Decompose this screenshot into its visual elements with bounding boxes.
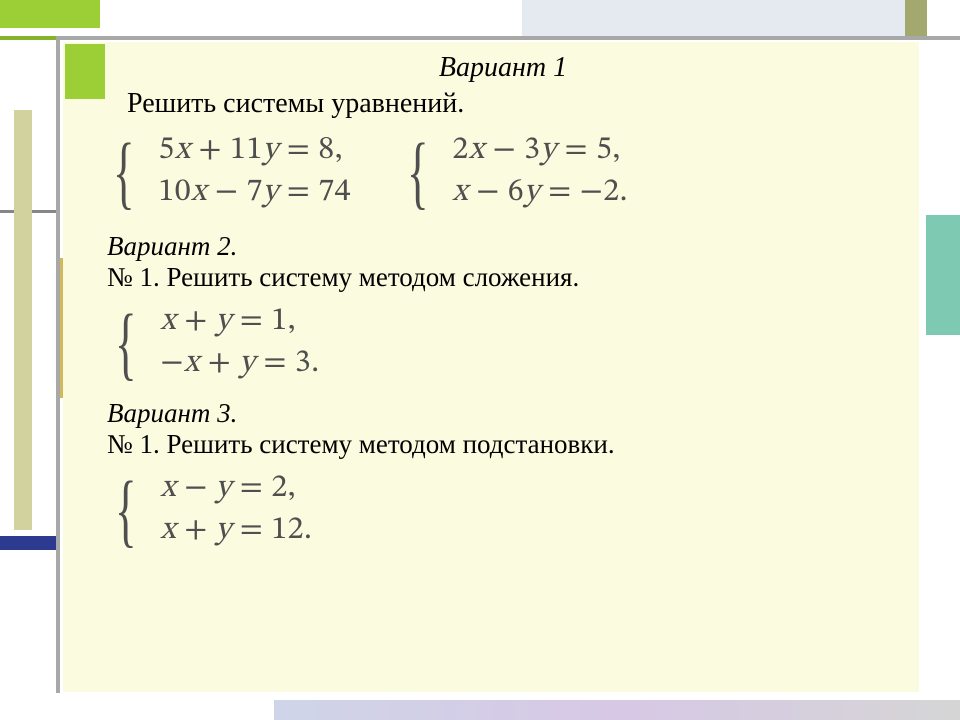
equation: 10x − 7y = 74 [158, 172, 351, 214]
equation: x + y = 12. [160, 510, 312, 552]
equation: x + y = 1, [160, 301, 319, 343]
decor-ltblue [522, 0, 907, 36]
decor-darkblue [0, 536, 56, 550]
left-brace-icon: { [113, 138, 135, 205]
equation: x − y = 2, [160, 468, 312, 510]
decor-khaki [14, 110, 32, 530]
decor-bottom-gradient [274, 700, 960, 720]
variant1-system-2: { 2x − 3y = 5, x − 6y = −2. [407, 130, 628, 213]
decor-border-top [56, 36, 960, 40]
variant2-title: Вариант 2. [107, 231, 899, 262]
decor-green-thin [0, 36, 56, 40]
decor-green-square [65, 44, 105, 99]
slide-body: Вариант 1 Решить системы уравнений. { 5x… [63, 42, 919, 692]
equation: 2x − 3y = 5, [452, 130, 628, 172]
variant3-system: { x − y = 2, x + y = 12. [115, 468, 899, 551]
left-brace-icon: { [407, 138, 429, 205]
variant1-systems: { 5x + 11y = 8, 10x − 7y = 74 { 2x − 3y … [113, 130, 899, 213]
variant3-task: № 1. Решить систему методом подстановки. [107, 429, 899, 460]
equation: x − 6y = −2. [452, 172, 628, 214]
equation: −x + y = 3. [160, 343, 319, 385]
left-brace-icon: { [115, 309, 137, 376]
decor-teal [926, 215, 960, 335]
variant2-task: № 1. Решить систему методом сложения. [107, 262, 899, 293]
variant3-title: Вариант 3. [107, 398, 899, 429]
equation: 5x + 11y = 8, [158, 130, 351, 172]
left-brace-icon: { [115, 476, 137, 543]
decor-olive [905, 0, 927, 36]
variant1-system-1: { 5x + 11y = 8, 10x − 7y = 74 [113, 130, 351, 213]
variant2-system: { x + y = 1, −x + y = 3. [115, 301, 899, 384]
decor-lime [0, 0, 100, 28]
variant1-title: Вариант 1 [107, 52, 899, 84]
variant1-task: Решить системы уравнений. [127, 88, 899, 120]
